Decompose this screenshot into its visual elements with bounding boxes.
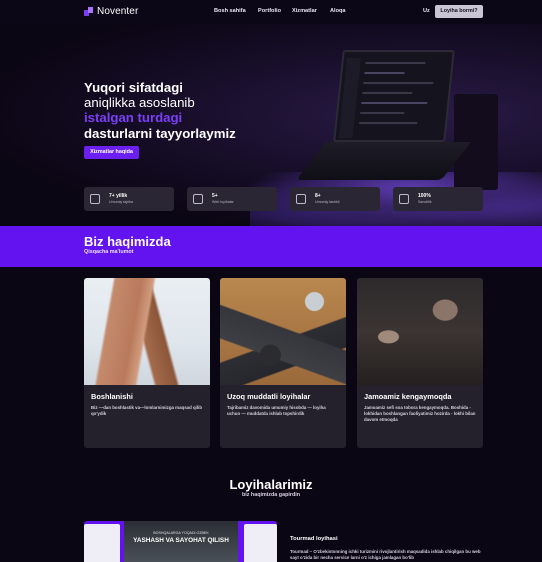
about-card-long-term: Uzoq muddatli loyihalar Tajribamiz davom… [220,278,346,448]
logo-icon [84,7,93,16]
about-title: Biz haqimizda [84,234,171,249]
stat-label: Umumiy tajriba [109,200,133,204]
about-card-team: Jamoamiz kengaymoqda Jamoamiz sefi soa t… [357,278,483,448]
stat-value: 5+ [212,193,218,199]
stat-value: 8+ [315,193,321,199]
top-nav: Noventer Bosh sahifa Portfolio Xizmatlar… [0,0,542,24]
laptop-illustration [296,50,498,190]
hero-title: Yuqori sifatdagi aniqlikka asoslanib ist… [84,80,236,141]
about-banner: Biz haqimizda Qisqacha ma'lumot [0,226,542,267]
nav-item-portfolio[interactable]: Portfolio [258,8,281,14]
dollar-icon [193,194,203,204]
team-desk-image [220,278,346,385]
projects-title: Loyihalarimiz [229,477,313,492]
about-card-beginning: Boshlanishi Biz —dan boshlastik va—lomla… [84,278,210,448]
preview-caption-small: BOSHQALARGA YOQADI OZBEK [153,531,209,535]
nav-item-contact[interactable]: Aloqa [330,8,346,14]
preview-caption-big: YASHASH VA SAYOHAT QILISH [133,537,229,544]
stat-card-web-projects: 5+ Web loyihalar [187,187,277,211]
card-description: Jamoamiz sefi soa tobora kengaymoqda. Bo… [364,405,476,422]
card-description: Biz —dan boshlastik va—lomlarnimizga maq… [91,405,203,416]
card-title: Uzoq muddatli loyihalar [227,392,311,401]
hero-title-line-4: dasturlarni tayyorlaymiz [84,125,236,141]
projects-subtitle: biz haqimizda gapirdin [241,492,301,498]
hero-title-line-1: Yuqori sifatdagi [84,80,183,95]
services-button[interactable]: Xizmatlar haqida [84,146,139,159]
stat-card-total: 8+ Umumiy tashkil [290,187,380,211]
chart-icon [90,194,100,204]
nav-item-home[interactable]: Bosh sahifa [214,8,246,14]
stat-value: 100% [418,193,431,199]
brand-name: Noventer [97,6,139,17]
stat-value: 7+ yillik [109,193,128,199]
basket-icon [399,194,409,204]
about-subtitle: Qisqacha ma'lumot [84,249,134,255]
card-title: Boshlanishi [91,392,133,401]
project-cta-button[interactable]: Loyiha bormi? [435,5,483,18]
hero-title-line-3: istalgan turdagi [84,110,183,126]
hero-section: Yuqori sifatdagi aniqlikka asoslanib ist… [0,24,542,226]
brand-logo[interactable]: Noventer [84,6,138,17]
project-preview-image[interactable]: BOSHQALARGA YOQADI OZBEK YASHASH VA SAYO… [84,521,277,562]
card-description: Tajribamiz davomida umumiy hisobda — loy… [227,405,326,416]
language-switcher[interactable]: Uz [423,8,430,14]
nav-item-services[interactable]: Xizmatlar [292,8,317,14]
project-name[interactable]: Tourmad loyihasi [290,536,338,542]
project-description: Tourmad – O'zbekistonning ichki turizmin… [290,549,481,560]
stat-card-experience: 7+ yillik Umumiy tajriba [84,187,174,211]
developers-image [357,278,483,385]
camera-icon [296,194,306,204]
stat-label: Sanoitlik [418,200,432,204]
stat-label: Web loyihalar [212,200,234,204]
stat-label: Umumiy tashkil [315,200,340,204]
handshake-image [84,278,210,385]
hero-title-line-2: aniqlikka asoslanib [84,95,195,111]
card-title: Jamoamiz kengaymoqda [364,392,452,401]
stat-card-quality: 100% Sanoitlik [393,187,483,211]
